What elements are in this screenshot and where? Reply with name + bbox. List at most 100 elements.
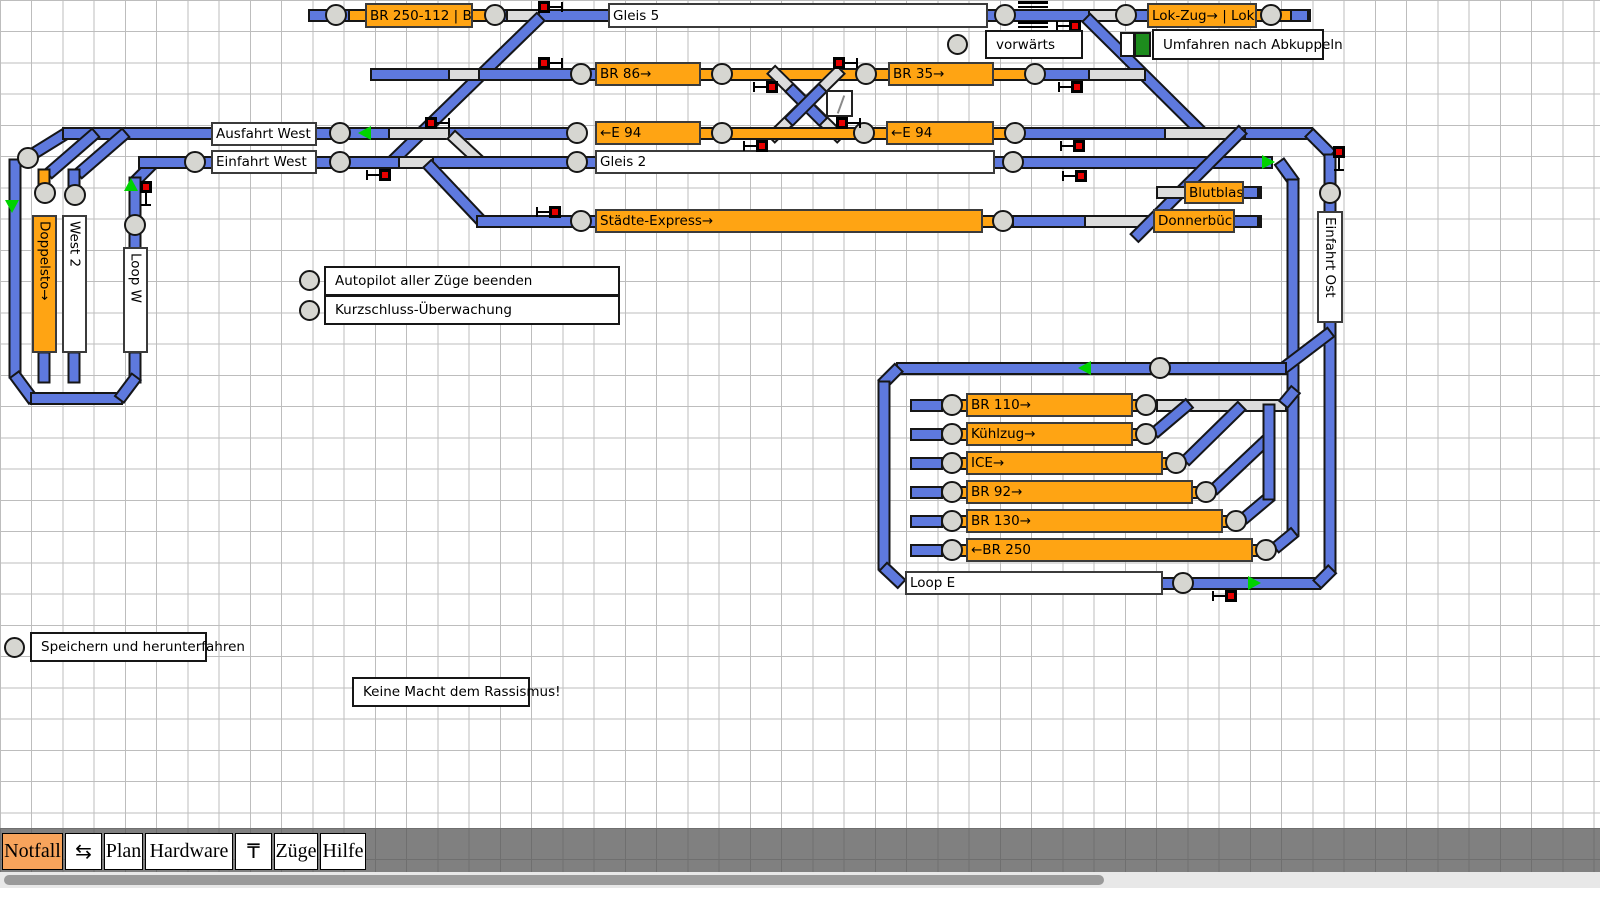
block-loop-e[interactable]: Loop E <box>905 571 1163 595</box>
feedback-sensor[interactable] <box>1195 481 1217 503</box>
feedback-sensor[interactable] <box>941 481 963 503</box>
feedback-sensor[interactable] <box>1149 357 1171 379</box>
scrollbar-thumb[interactable] <box>4 875 1104 885</box>
signal-icon[interactable] <box>741 140 768 152</box>
toolbar-button-plan[interactable]: Plan <box>104 833 143 870</box>
feedback-sensor[interactable] <box>484 4 506 26</box>
feedback-sensor[interactable] <box>1260 4 1282 26</box>
block-k-hlzug[interactable]: Kühlzug→ <box>966 422 1133 446</box>
block-loop-w[interactable]: Loop W <box>123 247 148 353</box>
signal-icon[interactable] <box>1333 146 1345 173</box>
feedback-sensor[interactable] <box>34 182 56 204</box>
feedback-sensor[interactable] <box>566 151 588 173</box>
horizontal-scrollbar[interactable] <box>0 872 1600 888</box>
signal-icon[interactable] <box>833 57 860 69</box>
direction-arrow-icon <box>5 200 19 213</box>
block-blutblase[interactable]: Blutblase <box>1184 181 1244 204</box>
track-segment <box>1263 403 1276 500</box>
button-vorwaerts[interactable] <box>947 34 968 55</box>
block-donnerb-chse[interactable]: Donnerbüchse <box>1153 209 1235 233</box>
feedback-sensor[interactable] <box>1135 394 1157 416</box>
feedback-sensor[interactable] <box>1004 122 1026 144</box>
feedback-sensor[interactable] <box>17 147 39 169</box>
feedback-sensor[interactable] <box>566 122 588 144</box>
feedback-sensor[interactable] <box>184 151 206 173</box>
block-lok-zug-lok-zug[interactable]: Lok-Zug→ | Lok-Zug <box>1147 3 1257 28</box>
signal-icon[interactable] <box>1056 81 1083 93</box>
feedback-sensor[interactable] <box>329 151 351 173</box>
signal-icon[interactable] <box>140 181 152 208</box>
block-ice[interactable]: ICE→ <box>966 451 1163 475</box>
block-west-2[interactable]: West 2 <box>62 215 87 353</box>
signal-icon[interactable] <box>1210 590 1237 602</box>
indicator-off <box>1120 32 1135 57</box>
toolbar-shunt-arrows-icon[interactable]: ⇆ <box>65 833 102 870</box>
label-autopilot-beenden[interactable]: Autopilot aller Züge beenden <box>324 266 620 296</box>
feedback-sensor[interactable] <box>1115 4 1137 26</box>
signal-icon[interactable] <box>751 81 778 93</box>
signal-icon[interactable] <box>1058 140 1085 152</box>
block-doppelsto[interactable]: Doppelsto→ <box>32 215 57 353</box>
block-br-250-112-br-25[interactable]: BR 250-112 | BR 25 <box>365 3 473 28</box>
signal-icon[interactable] <box>534 206 561 218</box>
feedback-sensor[interactable] <box>1024 63 1046 85</box>
feedback-sensor[interactable] <box>941 452 963 474</box>
label-vorwaerts[interactable]: vorwärts <box>985 30 1083 59</box>
feedback-sensor[interactable] <box>1135 423 1157 445</box>
feedback-sensor[interactable] <box>992 210 1014 232</box>
button-speichern-herunterfahren[interactable] <box>4 637 25 658</box>
feedback-sensor[interactable] <box>711 63 733 85</box>
toolbar-signal-mast-icon[interactable]: ₸ <box>235 833 272 870</box>
signal-icon[interactable] <box>364 169 391 181</box>
feedback-sensor[interactable] <box>124 214 146 236</box>
signal-icon[interactable] <box>1060 170 1087 182</box>
block-br-86[interactable]: BR 86→ <box>595 62 701 86</box>
block-einfahrt-west[interactable]: Einfahrt West <box>211 150 317 174</box>
feedback-sensor[interactable] <box>941 539 963 561</box>
button-kurzschluss-ueberwachung[interactable] <box>299 300 320 321</box>
feedback-sensor[interactable] <box>994 4 1016 26</box>
block-gleis-5[interactable]: Gleis 5 <box>608 3 988 28</box>
block-st-dte-express[interactable]: Städte-Express→ <box>595 209 983 233</box>
block-e-94[interactable]: ←E 94 <box>886 121 994 145</box>
feedback-sensor[interactable] <box>1225 510 1247 532</box>
feedback-sensor[interactable] <box>1172 572 1194 594</box>
label-kurzschluss-ueberwachung[interactable]: Kurzschluss-Überwachung <box>324 295 620 325</box>
feedback-sensor[interactable] <box>941 423 963 445</box>
decoupler-icon[interactable] <box>826 90 853 117</box>
label-umfahren-nach-abkuppeln[interactable]: Umfahren nach Abkuppeln <box>1152 29 1324 60</box>
feedback-sensor[interactable] <box>329 122 351 144</box>
block-br-130[interactable]: BR 130→ <box>966 509 1223 533</box>
button-autopilot-beenden[interactable] <box>299 270 320 291</box>
signal-icon[interactable] <box>425 117 452 129</box>
block-e-94[interactable]: ←E 94 <box>595 121 701 145</box>
block-br-35[interactable]: BR 35→ <box>888 62 994 86</box>
signal-icon[interactable] <box>836 117 863 129</box>
toolbar-button-hardware[interactable]: Hardware <box>145 833 233 870</box>
feedback-sensor[interactable] <box>1165 452 1187 474</box>
block-br-110[interactable]: BR 110→ <box>966 393 1133 417</box>
feedback-sensor[interactable] <box>1319 182 1341 204</box>
label-speichern-herunterfahren[interactable]: Speichern und herunterfahren <box>30 632 207 662</box>
label-keine-macht[interactable]: Keine Macht dem Rassismus! <box>352 677 530 707</box>
block-einfahrt-ost[interactable]: Einfahrt Ost <box>1317 211 1343 323</box>
feedback-sensor[interactable] <box>941 510 963 532</box>
block-br-250[interactable]: ←BR 250 <box>966 538 1253 562</box>
block-gleis-2[interactable]: Gleis 2 <box>595 150 995 174</box>
signal-icon[interactable] <box>538 57 565 69</box>
toolbar-button-notfall[interactable]: Notfall <box>2 833 63 870</box>
toolbar-button-z-ge[interactable]: Züge <box>274 833 318 870</box>
direction-arrow-icon <box>1248 576 1261 590</box>
feedback-sensor[interactable] <box>325 4 347 26</box>
feedback-sensor[interactable] <box>570 210 592 232</box>
feedback-sensor[interactable] <box>711 122 733 144</box>
feedback-sensor[interactable] <box>1002 151 1024 173</box>
toolbar-button-hilfe[interactable]: Hilfe <box>320 833 366 870</box>
feedback-sensor[interactable] <box>941 394 963 416</box>
feedback-sensor[interactable] <box>570 63 592 85</box>
signal-icon[interactable] <box>538 1 565 13</box>
block-ausfahrt-west[interactable]: Ausfahrt West <box>211 122 317 146</box>
feedback-sensor[interactable] <box>1255 539 1277 561</box>
block-br-92[interactable]: BR 92→ <box>966 480 1193 504</box>
feedback-sensor[interactable] <box>64 184 86 206</box>
